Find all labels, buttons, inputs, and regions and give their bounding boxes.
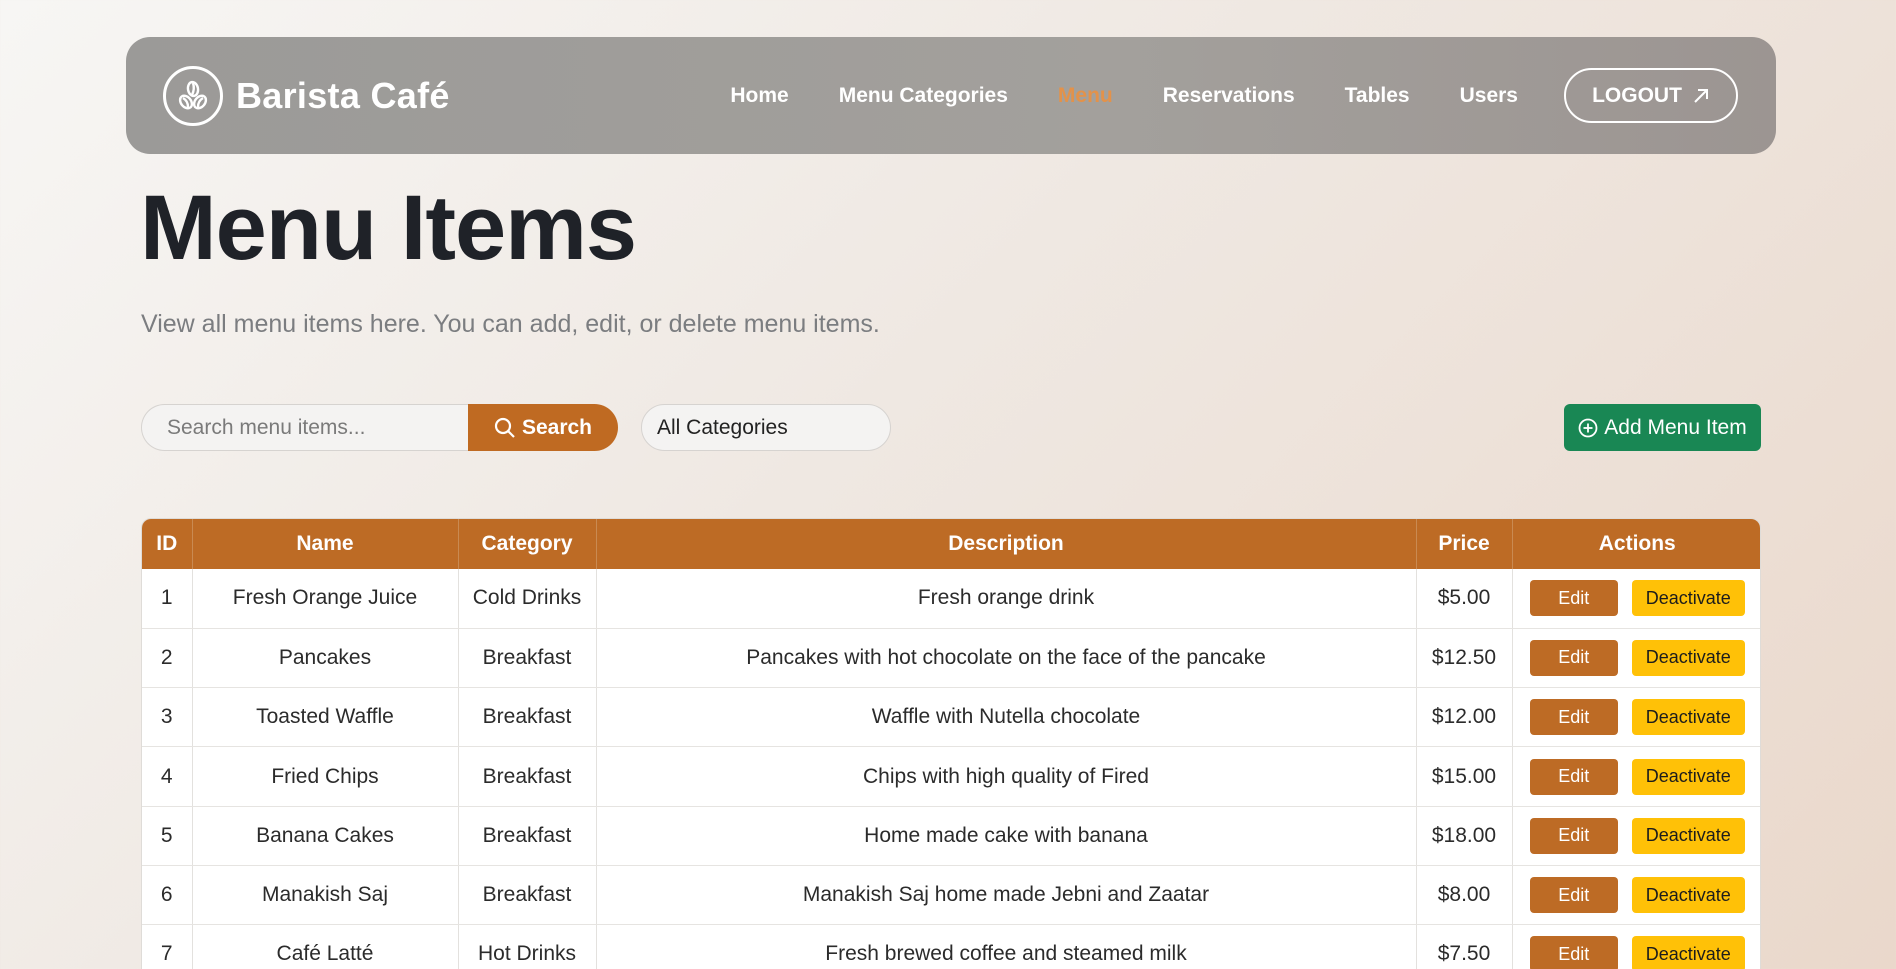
table-header-row: ID Name Category Description Price Actio… [142,519,1760,569]
column-header-actions: Actions [1512,519,1760,569]
nav-item-menu[interactable]: Menu [1058,84,1113,108]
deactivate-button[interactable]: Deactivate [1631,877,1745,914]
column-header-name[interactable]: Name [192,519,459,569]
nav-item-home[interactable]: Home [730,84,788,108]
search-button[interactable]: Search [468,404,618,451]
cell-category: Hot Drinks [458,924,597,969]
cell-description: Pancakes with hot chocolate on the face … [596,628,1417,689]
add-menu-item-label: Add Menu Item [1604,415,1747,439]
logout-label: LOGOUT [1592,83,1682,107]
edit-button[interactable]: Edit [1529,580,1618,617]
cell-price: $8.00 [1416,865,1513,926]
cell-name: Manakish Saj [192,865,459,926]
nav-item-reservations[interactable]: Reservations [1163,84,1295,108]
search-icon [494,417,515,438]
cell-actions: Edit Deactivate [1512,806,1760,866]
table-row: 6 Manakish Saj Breakfast Manakish Saj ho… [142,865,1760,926]
deactivate-button[interactable]: Deactivate [1631,699,1745,736]
cell-category: Breakfast [458,628,597,689]
deactivate-button[interactable]: Deactivate [1631,936,1745,969]
table-row: 2 Pancakes Breakfast Pancakes with hot c… [142,628,1760,689]
cell-description: Manakish Saj home made Jebni and Zaatar [596,865,1417,926]
edit-button[interactable]: Edit [1529,758,1618,795]
cell-actions: Edit Deactivate [1512,687,1760,748]
cell-name: Café Latté [192,924,459,969]
cell-id: 4 [142,746,193,807]
cell-name: Toasted Waffle [192,687,459,748]
logout-button[interactable]: LOGOUT [1564,68,1738,123]
nav-item-tables[interactable]: Tables [1345,84,1410,108]
cell-price: $7.50 [1416,924,1513,969]
category-selected-value: All Categories [657,415,788,439]
edit-button[interactable]: Edit [1529,699,1618,736]
nav-links: Home Menu Categories Menu Reservations T… [680,68,1738,123]
deactivate-button[interactable]: Deactivate [1631,758,1745,795]
deactivate-button[interactable]: Deactivate [1631,639,1745,676]
edit-button[interactable]: Edit [1529,936,1618,969]
cell-category: Breakfast [458,806,597,866]
brand-name: Barista Café [236,74,450,116]
deactivate-button[interactable]: Deactivate [1631,580,1745,617]
column-header-description[interactable]: Description [596,519,1417,569]
cell-name: Fresh Orange Juice [192,569,459,629]
menu-items-table: ID Name Category Description Price Actio… [141,518,1761,969]
cell-description: Home made cake with banana [596,806,1417,866]
brand-link[interactable]: Barista Café [163,65,450,126]
table-row: 4 Fried Chips Breakfast Chips with high … [142,746,1760,807]
cell-id: 6 [142,865,193,926]
cell-price: $18.00 [1416,806,1513,866]
edit-button[interactable]: Edit [1529,639,1618,676]
page-subtitle: View all menu items here. You can add, e… [141,310,880,338]
coffee-beans-icon [163,65,223,126]
column-header-price[interactable]: Price [1416,519,1513,569]
cell-actions: Edit Deactivate [1512,628,1760,689]
search-button-label: Search [521,415,593,439]
cell-id: 5 [142,806,193,866]
column-header-id[interactable]: ID [142,519,193,569]
arrow-up-right-icon [1694,88,1708,103]
cell-price: $5.00 [1416,569,1513,629]
table-row: 5 Banana Cakes Breakfast Home made cake … [142,806,1760,866]
cell-category: Breakfast [458,746,597,807]
navbar: Barista Café Home Menu Categories Menu R… [126,37,1776,154]
cell-id: 1 [142,569,193,629]
nav-item-menu-categories[interactable]: Menu Categories [839,84,1008,108]
cell-price: $12.50 [1416,628,1513,689]
cell-description: Waffle with Nutella chocolate [596,687,1417,748]
category-select[interactable]: All Categories [641,404,891,451]
cell-description: Fresh brewed coffee and steamed milk [596,924,1417,969]
cell-actions: Edit Deactivate [1512,865,1760,926]
cell-price: $15.00 [1416,746,1513,807]
edit-button[interactable]: Edit [1529,877,1618,914]
cell-category: Breakfast [458,687,597,748]
deactivate-button[interactable]: Deactivate [1631,817,1745,854]
table-row: 1 Fresh Orange Juice Cold Drinks Fresh o… [142,569,1760,629]
edit-button[interactable]: Edit [1529,817,1618,854]
cell-actions: Edit Deactivate [1512,924,1760,969]
cell-price: $12.00 [1416,687,1513,748]
table-row: 7 Café Latté Hot Drinks Fresh brewed cof… [142,924,1760,969]
cell-name: Fried Chips [192,746,459,807]
nav-item-users[interactable]: Users [1460,84,1518,108]
cell-category: Breakfast [458,865,597,926]
cell-description: Fresh orange drink [596,569,1417,629]
cell-name: Banana Cakes [192,806,459,866]
cell-actions: Edit Deactivate [1512,746,1760,807]
cell-id: 7 [142,924,193,969]
add-menu-item-button[interactable]: Add Menu Item [1564,404,1761,451]
cell-actions: Edit Deactivate [1512,569,1760,629]
search-form: Search [141,404,618,451]
cell-id: 3 [142,687,193,748]
page-title: Menu Items [140,177,637,279]
cell-category: Cold Drinks [458,569,597,629]
cell-name: Pancakes [192,628,459,689]
column-header-category[interactable]: Category [458,519,597,569]
plus-circle-icon [1578,418,1598,437]
search-input[interactable] [141,404,468,451]
table-row: 3 Toasted Waffle Breakfast Waffle with N… [142,687,1760,748]
cell-description: Chips with high quality of Fired [596,746,1417,807]
cell-id: 2 [142,628,193,689]
